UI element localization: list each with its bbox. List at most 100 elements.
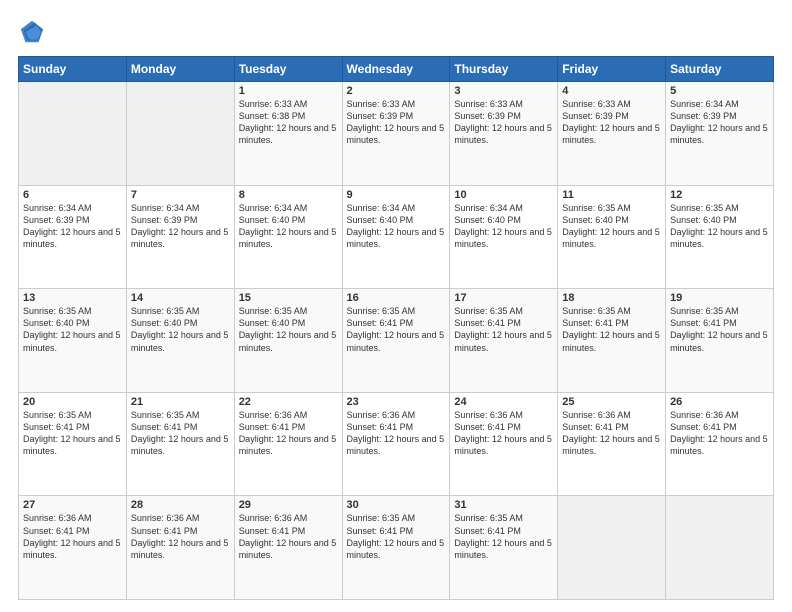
calendar-cell: 31Sunrise: 6:35 AMSunset: 6:41 PMDayligh… (450, 496, 558, 600)
day-number: 6 (23, 189, 122, 201)
day-number: 9 (347, 189, 446, 201)
day-number: 26 (670, 396, 769, 408)
calendar-cell: 30Sunrise: 6:35 AMSunset: 6:41 PMDayligh… (342, 496, 450, 600)
day-number: 20 (23, 396, 122, 408)
week-row-3: 13Sunrise: 6:35 AMSunset: 6:40 PMDayligh… (19, 289, 774, 393)
day-info: Sunrise: 6:35 AMSunset: 6:40 PMDaylight:… (562, 202, 661, 251)
day-info: Sunrise: 6:35 AMSunset: 6:41 PMDaylight:… (347, 305, 446, 354)
day-number: 13 (23, 292, 122, 304)
day-info: Sunrise: 6:35 AMSunset: 6:41 PMDaylight:… (562, 305, 661, 354)
day-info: Sunrise: 6:35 AMSunset: 6:40 PMDaylight:… (239, 305, 338, 354)
logo (18, 18, 50, 46)
day-number: 23 (347, 396, 446, 408)
day-info: Sunrise: 6:36 AMSunset: 6:41 PMDaylight:… (239, 409, 338, 458)
calendar-cell: 4Sunrise: 6:33 AMSunset: 6:39 PMDaylight… (558, 82, 666, 186)
day-info: Sunrise: 6:35 AMSunset: 6:40 PMDaylight:… (670, 202, 769, 251)
day-number: 4 (562, 85, 661, 97)
calendar-cell: 22Sunrise: 6:36 AMSunset: 6:41 PMDayligh… (234, 392, 342, 496)
day-number: 18 (562, 292, 661, 304)
day-info: Sunrise: 6:34 AMSunset: 6:40 PMDaylight:… (454, 202, 553, 251)
day-info: Sunrise: 6:36 AMSunset: 6:41 PMDaylight:… (239, 512, 338, 561)
weekday-header-tuesday: Tuesday (234, 57, 342, 82)
calendar-cell (126, 82, 234, 186)
calendar-cell: 17Sunrise: 6:35 AMSunset: 6:41 PMDayligh… (450, 289, 558, 393)
calendar-cell: 8Sunrise: 6:34 AMSunset: 6:40 PMDaylight… (234, 185, 342, 289)
day-info: Sunrise: 6:36 AMSunset: 6:41 PMDaylight:… (454, 409, 553, 458)
week-row-2: 6Sunrise: 6:34 AMSunset: 6:39 PMDaylight… (19, 185, 774, 289)
weekday-header-friday: Friday (558, 57, 666, 82)
calendar-cell: 10Sunrise: 6:34 AMSunset: 6:40 PMDayligh… (450, 185, 558, 289)
calendar-cell: 6Sunrise: 6:34 AMSunset: 6:39 PMDaylight… (19, 185, 127, 289)
day-number: 25 (562, 396, 661, 408)
day-number: 31 (454, 499, 553, 511)
day-info: Sunrise: 6:34 AMSunset: 6:39 PMDaylight:… (23, 202, 122, 251)
weekday-header-wednesday: Wednesday (342, 57, 450, 82)
calendar-cell: 28Sunrise: 6:36 AMSunset: 6:41 PMDayligh… (126, 496, 234, 600)
day-number: 19 (670, 292, 769, 304)
calendar-cell: 9Sunrise: 6:34 AMSunset: 6:40 PMDaylight… (342, 185, 450, 289)
day-info: Sunrise: 6:36 AMSunset: 6:41 PMDaylight:… (131, 512, 230, 561)
calendar-cell (666, 496, 774, 600)
calendar-cell: 18Sunrise: 6:35 AMSunset: 6:41 PMDayligh… (558, 289, 666, 393)
day-number: 8 (239, 189, 338, 201)
day-info: Sunrise: 6:35 AMSunset: 6:40 PMDaylight:… (131, 305, 230, 354)
page: SundayMondayTuesdayWednesdayThursdayFrid… (0, 0, 792, 612)
calendar-cell: 7Sunrise: 6:34 AMSunset: 6:39 PMDaylight… (126, 185, 234, 289)
day-info: Sunrise: 6:35 AMSunset: 6:41 PMDaylight:… (347, 512, 446, 561)
day-number: 11 (562, 189, 661, 201)
week-row-1: 1Sunrise: 6:33 AMSunset: 6:38 PMDaylight… (19, 82, 774, 186)
calendar-table: SundayMondayTuesdayWednesdayThursdayFrid… (18, 56, 774, 600)
calendar-cell: 25Sunrise: 6:36 AMSunset: 6:41 PMDayligh… (558, 392, 666, 496)
day-info: Sunrise: 6:36 AMSunset: 6:41 PMDaylight:… (23, 512, 122, 561)
weekday-header-monday: Monday (126, 57, 234, 82)
calendar-cell (19, 82, 127, 186)
day-number: 22 (239, 396, 338, 408)
day-info: Sunrise: 6:36 AMSunset: 6:41 PMDaylight:… (347, 409, 446, 458)
day-info: Sunrise: 6:33 AMSunset: 6:39 PMDaylight:… (562, 98, 661, 147)
calendar-cell: 15Sunrise: 6:35 AMSunset: 6:40 PMDayligh… (234, 289, 342, 393)
calendar-cell: 21Sunrise: 6:35 AMSunset: 6:41 PMDayligh… (126, 392, 234, 496)
day-info: Sunrise: 6:35 AMSunset: 6:40 PMDaylight:… (23, 305, 122, 354)
calendar-cell: 5Sunrise: 6:34 AMSunset: 6:39 PMDaylight… (666, 82, 774, 186)
day-number: 15 (239, 292, 338, 304)
day-info: Sunrise: 6:35 AMSunset: 6:41 PMDaylight:… (454, 305, 553, 354)
calendar-cell (558, 496, 666, 600)
weekday-header-saturday: Saturday (666, 57, 774, 82)
day-number: 10 (454, 189, 553, 201)
day-info: Sunrise: 6:35 AMSunset: 6:41 PMDaylight:… (670, 305, 769, 354)
calendar-cell: 16Sunrise: 6:35 AMSunset: 6:41 PMDayligh… (342, 289, 450, 393)
calendar-cell: 27Sunrise: 6:36 AMSunset: 6:41 PMDayligh… (19, 496, 127, 600)
day-info: Sunrise: 6:34 AMSunset: 6:40 PMDaylight:… (347, 202, 446, 251)
day-info: Sunrise: 6:33 AMSunset: 6:39 PMDaylight:… (347, 98, 446, 147)
day-number: 24 (454, 396, 553, 408)
calendar-cell: 19Sunrise: 6:35 AMSunset: 6:41 PMDayligh… (666, 289, 774, 393)
calendar-cell: 26Sunrise: 6:36 AMSunset: 6:41 PMDayligh… (666, 392, 774, 496)
day-number: 16 (347, 292, 446, 304)
calendar-cell: 12Sunrise: 6:35 AMSunset: 6:40 PMDayligh… (666, 185, 774, 289)
calendar-cell: 3Sunrise: 6:33 AMSunset: 6:39 PMDaylight… (450, 82, 558, 186)
day-info: Sunrise: 6:36 AMSunset: 6:41 PMDaylight:… (562, 409, 661, 458)
day-info: Sunrise: 6:35 AMSunset: 6:41 PMDaylight:… (131, 409, 230, 458)
day-number: 17 (454, 292, 553, 304)
week-row-5: 27Sunrise: 6:36 AMSunset: 6:41 PMDayligh… (19, 496, 774, 600)
calendar-cell: 14Sunrise: 6:35 AMSunset: 6:40 PMDayligh… (126, 289, 234, 393)
calendar-cell: 24Sunrise: 6:36 AMSunset: 6:41 PMDayligh… (450, 392, 558, 496)
day-number: 28 (131, 499, 230, 511)
day-number: 3 (454, 85, 553, 97)
day-number: 27 (23, 499, 122, 511)
day-number: 7 (131, 189, 230, 201)
calendar-cell: 13Sunrise: 6:35 AMSunset: 6:40 PMDayligh… (19, 289, 127, 393)
day-number: 21 (131, 396, 230, 408)
day-info: Sunrise: 6:35 AMSunset: 6:41 PMDaylight:… (23, 409, 122, 458)
calendar-cell: 20Sunrise: 6:35 AMSunset: 6:41 PMDayligh… (19, 392, 127, 496)
day-number: 1 (239, 85, 338, 97)
calendar-cell: 11Sunrise: 6:35 AMSunset: 6:40 PMDayligh… (558, 185, 666, 289)
calendar-cell: 1Sunrise: 6:33 AMSunset: 6:38 PMDaylight… (234, 82, 342, 186)
day-info: Sunrise: 6:33 AMSunset: 6:38 PMDaylight:… (239, 98, 338, 147)
day-number: 29 (239, 499, 338, 511)
logo-icon (18, 18, 46, 46)
week-row-4: 20Sunrise: 6:35 AMSunset: 6:41 PMDayligh… (19, 392, 774, 496)
calendar-cell: 2Sunrise: 6:33 AMSunset: 6:39 PMDaylight… (342, 82, 450, 186)
day-number: 14 (131, 292, 230, 304)
day-info: Sunrise: 6:34 AMSunset: 6:40 PMDaylight:… (239, 202, 338, 251)
